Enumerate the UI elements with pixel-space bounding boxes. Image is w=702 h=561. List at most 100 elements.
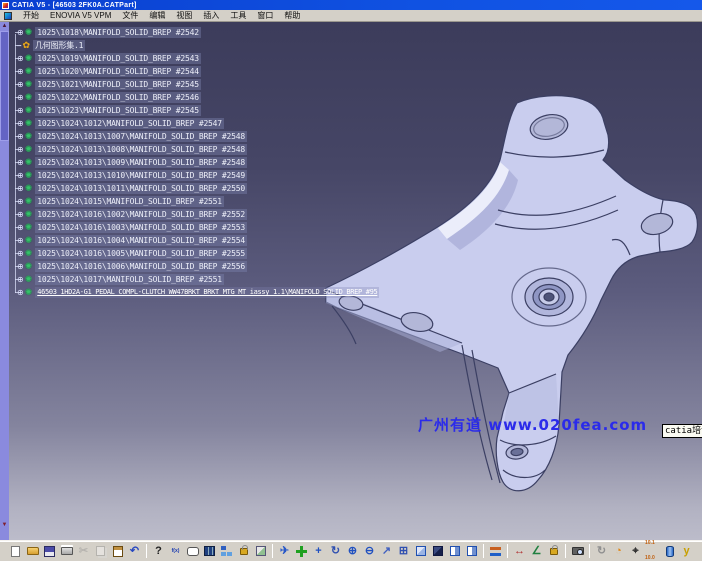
tree-item-label[interactable]: 1025\1024\1016\1003\MANIFOLD_SOLID_BREP … [35,222,247,233]
tree-item[interactable]: ⊕✺1025\1024\1013\1008\MANIFOLD_SOLID_BRE… [10,143,410,156]
tree-item-label[interactable]: 1025\1018\MANIFOLD_SOLID_BREP #2542 [35,27,201,38]
tree-item-label[interactable]: 1025\1024\1016\1005\MANIFOLD_SOLID_BREP … [35,248,247,259]
expand-node-icon[interactable]: ⊕ [17,146,24,154]
expand-node-icon[interactable]: ⊕ [17,198,24,206]
tree-item-label[interactable]: 1025\1024\1016\1002\MANIFOLD_SOLID_BREP … [35,209,247,220]
tree-item[interactable]: ⊕✺1025\1021\MANIFOLD_SOLID_BREP #2545 [10,78,410,91]
undo-icon[interactable]: ↶ [127,544,142,559]
context-help-icon[interactable]: ? [151,544,166,559]
tree-item[interactable]: ⊕✺1025\1024\1016\1002\MANIFOLD_SOLID_BRE… [10,208,410,221]
expand-node-icon[interactable]: ⊕ [17,68,24,76]
scroll-up-icon[interactable]: ▲ [0,22,9,31]
tree-item[interactable]: ⊕✺1025\1022\MANIFOLD_SOLID_BREP #2546 [10,91,410,104]
open-folder-icon[interactable] [25,544,40,559]
tree-item[interactable]: ⊕✺1025\1024\1013\1007\MANIFOLD_SOLID_BRE… [10,130,410,143]
tree-item[interactable]: ⊕✺1025\1024\1016\1006\MANIFOLD_SOLID_BRE… [10,260,410,273]
tree-item-label[interactable]: 1025\1024\1015\MANIFOLD_SOLID_BREP #2551 [35,196,224,207]
tree-item[interactable]: ⊕✺1025\1024\1017\MANIFOLD_SOLID_BREP #25… [10,273,410,286]
expand-node-icon[interactable]: ⊕ [17,276,24,284]
fly-mode-icon[interactable]: ✈ [277,544,292,559]
menu-item-3[interactable]: 编辑 [149,10,165,21]
tree-item-label[interactable]: 1025\1021\MANIFOLD_SOLID_BREP #2545 [35,79,201,90]
tree-item[interactable]: ⊕✺1025\1024\1015\MANIFOLD_SOLID_BREP #25… [10,195,410,208]
tolerance-icon[interactable]: 10.1 10.0 [645,544,660,559]
normal-view-icon[interactable]: ↗ [379,544,394,559]
multi-view-icon[interactable]: ⊞ [396,544,411,559]
expand-node-icon[interactable]: ⊕ [17,107,24,115]
formula-icon[interactable]: f(x) [168,544,183,559]
expand-node-icon[interactable]: ⊕ [17,55,24,63]
tree-item[interactable]: ⊕✺1025\1024\1012\MANIFOLD_SOLID_BREP #25… [10,117,410,130]
material-icon[interactable] [662,544,677,559]
menu-item-1[interactable]: ENOVIA V5 VPM [50,10,111,21]
menu-item-6[interactable]: 工具 [230,10,246,21]
expand-node-icon[interactable]: ⊕ [17,172,24,180]
expand-node-icon[interactable]: ⊕ [17,120,24,128]
3d-viewport[interactable]: ▲ ▼ ⊕✺1025\1018\MANIFOLD_SOLID_BREP #254… [0,22,702,540]
tree-item[interactable]: ⊕✺1025\1024\1013\1011\MANIFOLD_SOLID_BRE… [10,182,410,195]
expand-node-icon[interactable]: ⊕ [17,29,24,37]
tree-item-label[interactable]: 1025\1024\1017\MANIFOLD_SOLID_BREP #2551 [35,274,224,285]
tree-item-label[interactable]: 1025\1019\MANIFOLD_SOLID_BREP #2543 [35,53,201,64]
tree-item[interactable]: ⊕✺1025\1019\MANIFOLD_SOLID_BREP #2543 [10,52,410,65]
shaded-view-icon[interactable] [430,544,445,559]
tree-item-label[interactable]: 1025\1024\1016\1004\MANIFOLD_SOLID_BREP … [35,235,247,246]
zoom-out-icon[interactable]: ⊖ [362,544,377,559]
expand-node-icon[interactable]: ⊕ [17,159,24,167]
expand-node-icon[interactable]: ⊕ [17,211,24,219]
pan-icon[interactable]: + [311,544,326,559]
tree-item-label[interactable]: 46503 1HD2A-G1 PEDAL COMPL-CLUTCH WW47BR… [35,287,379,298]
zoom-in-icon[interactable]: ⊕ [345,544,360,559]
menu-item-7[interactable]: 窗口 [257,10,273,21]
scroll-down-icon[interactable]: ▼ [0,521,9,530]
menu-item-5[interactable]: 插入 [203,10,219,21]
expand-node-icon[interactable]: ⊕ [17,289,24,297]
swap-visible-icon[interactable] [488,544,503,559]
expand-node-icon[interactable]: ⊕ [17,263,24,271]
menu-item-0[interactable]: 开始 [23,10,39,21]
tree-item[interactable]: ⊕✺1025\1024\1016\1003\MANIFOLD_SOLID_BRE… [10,221,410,234]
menu-item-2[interactable]: 文件 [122,10,138,21]
measure-between-icon[interactable]: ↔ [512,544,527,559]
render-style-2-icon[interactable] [464,544,479,559]
expand-node-icon[interactable]: ⊕ [17,81,24,89]
tree-item[interactable]: ⊕✺1025\1018\MANIFOLD_SOLID_BREP #2542 [10,26,410,39]
tree-item[interactable]: ⊕✺1025\1024\1016\1005\MANIFOLD_SOLID_BRE… [10,247,410,260]
iso-view-icon[interactable] [413,544,428,559]
menu-item-4[interactable]: 视图 [176,10,192,21]
camera-icon[interactable] [570,544,585,559]
tree-item-label[interactable]: 1025\1024\1013\1007\MANIFOLD_SOLID_BREP … [35,131,247,142]
knowledge-icon[interactable]: y [679,544,694,559]
tree-item-label[interactable]: 1025\1024\1013\1010\MANIFOLD_SOLID_BREP … [35,170,247,181]
expand-node-icon[interactable]: ⊕ [17,237,24,245]
chat-icon[interactable] [185,544,200,559]
tree-scrollbar[interactable]: ▲ ▼ [0,22,9,540]
structure-icon[interactable] [219,544,234,559]
scrollbar-thumb[interactable] [0,31,9,141]
expand-node-icon[interactable]: ⊕ [17,94,24,102]
tree-item-label[interactable]: 1025\1024\1013\1011\MANIFOLD_SOLID_BREP … [35,183,247,194]
tree-item[interactable]: –✿几何图形集.1 [10,39,410,52]
lock-gold-icon[interactable] [546,544,561,559]
save-icon[interactable] [42,544,57,559]
fit-all-in-icon[interactable] [294,544,309,559]
tree-item[interactable]: ⊕✺1025\1024\1013\1010\MANIFOLD_SOLID_BRE… [10,169,410,182]
grid-table-icon[interactable] [202,544,217,559]
measure-item-icon[interactable]: ∠ [529,544,544,559]
tree-item[interactable]: ⊕✺1025\1024\1013\1009\MANIFOLD_SOLID_BRE… [10,156,410,169]
axis-system-icon[interactable]: ⌖ [628,544,643,559]
tree-item[interactable]: ⊕✺1025\1020\MANIFOLD_SOLID_BREP #2544 [10,65,410,78]
expand-node-icon[interactable]: ⊕ [17,133,24,141]
copy-icon[interactable] [93,544,108,559]
expand-node-icon[interactable]: – [17,42,21,50]
tree-item-label[interactable]: 几何图形集.1 [33,40,85,51]
export-icon[interactable] [253,544,268,559]
tree-item-label[interactable]: 1025\1024\1012\MANIFOLD_SOLID_BREP #2547 [35,118,224,129]
render-style-1-icon[interactable] [447,544,462,559]
tree-item-label[interactable]: 1025\1024\1016\1006\MANIFOLD_SOLID_BREP … [35,261,247,272]
refresh-icon[interactable]: ↻ [594,544,609,559]
tree-item-selected[interactable]: ⊕✺46503 1HD2A-G1 PEDAL COMPL-CLUTCH WW47… [10,286,410,299]
expand-node-icon[interactable]: ⊕ [17,250,24,258]
rotate-icon[interactable]: ↻ [328,544,343,559]
tree-item[interactable]: ⊕✺1025\1024\1016\1004\MANIFOLD_SOLID_BRE… [10,234,410,247]
